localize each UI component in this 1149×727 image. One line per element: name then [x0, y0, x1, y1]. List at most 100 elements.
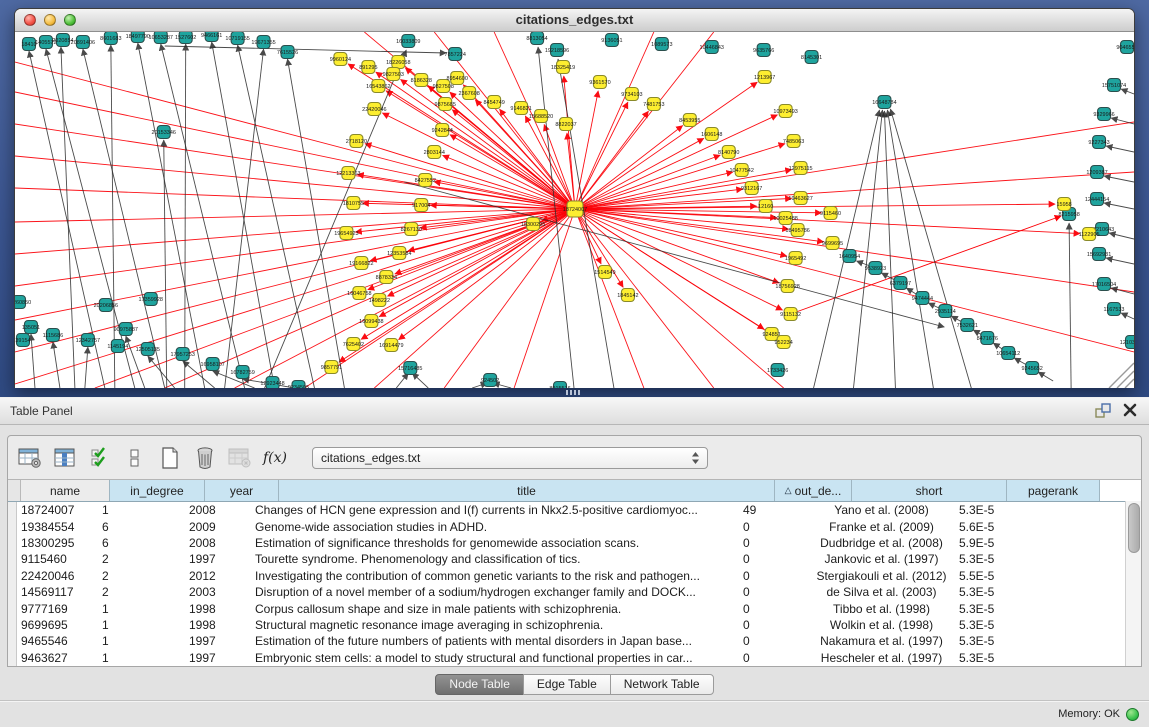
table-row[interactable]: 1456911722003Disruption of a novel membe… — [8, 584, 1141, 600]
delete-column-button[interactable] — [193, 446, 217, 470]
network-node-label: 10719155 — [225, 36, 249, 42]
row-height-button[interactable] — [123, 446, 147, 470]
cell-title: Embryonic stem cells: a model to study s… — [251, 651, 739, 665]
red-edge — [15, 124, 575, 209]
network-node-label: 2367608 — [459, 91, 480, 97]
column-header-short[interactable]: short — [852, 480, 1007, 501]
column-header-in-degree[interactable]: in_degree — [110, 480, 205, 501]
network-node-label: 10973493 — [773, 109, 797, 115]
network-canvas[interactable]: 1841014055722020854208914068601683184977… — [15, 32, 1134, 388]
network-node-label: 8140790 — [718, 150, 739, 156]
node-table: namein_degreeyeartitle△out_de...shortpag… — [8, 479, 1141, 666]
cell-name: 22420046 — [17, 569, 98, 583]
cell-pagerank: 5.3E-5 — [955, 585, 1040, 599]
column-header-name[interactable]: name — [21, 480, 110, 501]
cell-name: 14569117 — [17, 585, 98, 599]
table-selector[interactable]: citations_edges.txt — [312, 447, 708, 469]
black-edge — [396, 373, 408, 388]
row-header-cell — [8, 650, 17, 666]
red-edge — [575, 102, 628, 209]
network-node-label: 15688520 — [529, 114, 553, 120]
table-row[interactable]: 1830029562008Estimation of significance … — [8, 535, 1141, 551]
column-header-year[interactable]: year — [205, 480, 279, 501]
tab-network-table[interactable]: Network Table — [610, 674, 714, 695]
table-row[interactable]: 1938455462009Genome-wide association stu… — [8, 518, 1141, 534]
column-header-title[interactable]: title — [279, 480, 775, 501]
scrollbar-thumb[interactable] — [1128, 503, 1140, 553]
network-node-label: 16782759 — [230, 370, 254, 376]
table-panel-title: Table Panel — [10, 404, 73, 418]
column-header-out-de-[interactable]: △out_de... — [775, 480, 852, 501]
black-edge — [1104, 176, 1134, 182]
cell-in-degree: 6 — [98, 520, 185, 534]
network-node-label: 1606148 — [701, 132, 722, 138]
row-header-cell — [8, 518, 17, 534]
black-edge — [164, 140, 167, 388]
function-builder-button[interactable]: f(x) — [263, 446, 287, 470]
float-panel-icon[interactable] — [1095, 403, 1111, 419]
network-node-label: 28260850 — [15, 300, 31, 306]
zoom-window-button[interactable] — [64, 14, 76, 26]
close-window-button[interactable] — [24, 14, 36, 26]
network-node-label: 1089573 — [651, 42, 672, 48]
application-background: citations_edges.txt 18410140557220208542… — [0, 0, 1149, 397]
row-header-cell — [8, 551, 17, 567]
cell-in-degree: 1 — [98, 651, 185, 665]
cell-name: 18724007 — [17, 503, 98, 517]
close-panel-icon[interactable] — [1123, 403, 1139, 419]
network-node-label: 9827508 — [433, 84, 454, 90]
table-row[interactable]: 1872400712008Changes of HCN gene express… — [8, 502, 1141, 518]
network-node-label: 7857224 — [445, 52, 466, 58]
table-row[interactable]: 946362711997Embryonic stem cells: a mode… — [8, 650, 1141, 666]
cell-out-de-: 0 — [739, 602, 808, 616]
minimize-window-button[interactable] — [44, 14, 56, 26]
vertical-scrollbar[interactable] — [1125, 501, 1141, 666]
black-edge — [53, 342, 60, 388]
table-options-button[interactable] — [18, 446, 42, 470]
network-node-label: 8601683 — [100, 36, 121, 42]
network-node-label: 17957253 — [171, 352, 195, 358]
black-edge — [1104, 203, 1134, 209]
network-node-label: 8454749 — [483, 100, 504, 106]
network-view[interactable]: 1841014055722020854208914068601683184977… — [15, 32, 1134, 388]
network-node-label: 1498222 — [369, 298, 390, 304]
cell-short: de Silva et al. (2003) — [808, 585, 955, 599]
row-header-cell — [8, 568, 17, 584]
black-edge — [138, 43, 205, 388]
column-header-pagerank[interactable]: pagerank — [1007, 480, 1100, 501]
network-node-label: 1145194 — [107, 344, 128, 350]
show-columns-button[interactable] — [88, 446, 112, 470]
cell-title: Estimation of significance thresholds fo… — [251, 536, 739, 550]
fx-icon: f(x) — [263, 450, 287, 466]
table-row[interactable]: 946554611997Estimation of the future num… — [8, 633, 1141, 649]
cell-out-de-: 0 — [739, 634, 808, 648]
cell-out-de-: 0 — [739, 618, 808, 632]
resize-grip[interactable] — [1109, 363, 1134, 388]
select-columns-button[interactable] — [53, 446, 77, 470]
network-node-label: 8813054 — [526, 36, 547, 42]
red-edge — [444, 209, 575, 388]
memory-status-icon[interactable] — [1126, 708, 1139, 721]
panel-splitter-handle[interactable] — [566, 390, 582, 395]
table-row[interactable]: 977716911998Corpus callosum shape and si… — [8, 600, 1141, 616]
new-column-button[interactable] — [158, 446, 182, 470]
network-node-label: 16648784 — [872, 100, 896, 106]
red-edge — [575, 91, 598, 209]
cell-year: 1997 — [185, 552, 251, 566]
cell-title: Disruption of a novel member of a sodium… — [251, 585, 739, 599]
tab-edge-table[interactable]: Edge Table — [523, 674, 611, 695]
tab-node-table[interactable]: Node Table — [435, 674, 524, 695]
table-row[interactable]: 911546021997Tourette syndrome. Phenomeno… — [8, 551, 1141, 567]
network-node-label: 1514549 — [594, 270, 615, 276]
network-node-label: 8215958 — [1058, 212, 1079, 218]
table-type-tabs: Node TableEdge TableNetwork Table — [0, 671, 1149, 697]
network-window-titlebar[interactable]: citations_edges.txt — [15, 9, 1134, 32]
delete-table-button[interactable] — [228, 446, 252, 470]
row-header-cell — [8, 502, 17, 518]
network-node-label: 8915516 — [549, 386, 570, 388]
table-row[interactable]: 969969511998Structural magnetic resonanc… — [8, 617, 1141, 633]
table-row[interactable]: 2242004622012Investigating the contribut… — [8, 568, 1141, 584]
cell-title: Estimation of the future numbers of pati… — [251, 634, 739, 648]
black-edge — [412, 373, 428, 388]
cell-title: Investigating the contribution of common… — [251, 569, 739, 583]
